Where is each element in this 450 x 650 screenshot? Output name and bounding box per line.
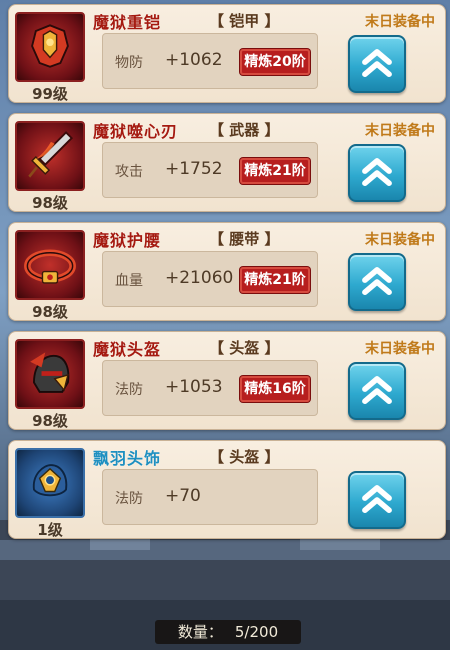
- double-chevron-up-icon: [362, 158, 392, 187]
- stat-value: +70: [165, 486, 201, 506]
- headpiece-icon[interactable]: [15, 448, 85, 518]
- equipped-status: 末日装备中: [365, 341, 435, 357]
- double-chevron-up-icon: [362, 267, 392, 296]
- equipment-card[interactable]: 1级 飘羽头饰 【 头盔 】 法防 +70: [8, 440, 446, 539]
- equipment-card[interactable]: 98级 魔狱护腰 【 腰带 】 末日装备中 血量 +21060 精炼21阶: [8, 222, 446, 321]
- upgrade-button[interactable]: [348, 362, 406, 420]
- stat-label: 攻击: [115, 164, 143, 180]
- equipment-card[interactable]: 98级 魔狱噬心刃 【 武器 】 末日装备中 攻击 +1752 精炼21阶: [8, 113, 446, 212]
- refine-badge: 精炼21阶: [240, 158, 310, 184]
- upgrade-button[interactable]: [348, 35, 406, 93]
- double-chevron-up-icon: [362, 49, 392, 78]
- item-name: 魔狱噬心刃: [93, 122, 179, 141]
- item-level: 99级: [32, 85, 68, 103]
- item-slot: 【 武器 】: [209, 121, 280, 139]
- item-slot: 【 腰带 】: [209, 230, 280, 248]
- equipped-status: 末日装备中: [365, 123, 435, 139]
- equipped-status: 末日装备中: [365, 232, 435, 248]
- item-name: 魔狱头盔: [93, 340, 162, 359]
- upgrade-button[interactable]: [348, 471, 406, 529]
- stat-value: +21060: [165, 268, 234, 288]
- helmet-icon[interactable]: [15, 339, 85, 409]
- stat-label: 物防: [115, 55, 143, 71]
- belt-icon[interactable]: [15, 230, 85, 300]
- item-slot: 【 铠甲 】: [209, 12, 280, 30]
- item-slot: 【 头盔 】: [209, 339, 280, 357]
- upgrade-button[interactable]: [348, 144, 406, 202]
- item-name: 飘羽头饰: [93, 449, 162, 468]
- stat-value: +1752: [165, 159, 223, 179]
- item-name: 魔狱护腰: [93, 231, 162, 250]
- stat-box: 攻击 +1752 精炼21阶: [102, 142, 318, 198]
- item-level: 98级: [32, 303, 68, 321]
- equipment-card[interactable]: 99级 魔狱重铠 【 铠甲 】 末日装备中 物防 +1062 精炼20阶: [8, 4, 446, 103]
- stat-label: 血量: [115, 273, 143, 289]
- stat-label: 法防: [115, 382, 143, 398]
- count-value: 5/200: [234, 623, 279, 641]
- stat-value: +1062: [165, 50, 223, 70]
- item-level: 98级: [32, 412, 68, 430]
- item-slot: 【 头盔 】: [209, 448, 280, 466]
- count-label: 数量：: [177, 623, 223, 641]
- refine-badge: 精炼16阶: [240, 376, 310, 402]
- refine-badge: 精炼21阶: [240, 267, 310, 293]
- stat-box: 物防 +1062 精炼20阶: [102, 33, 318, 89]
- equipped-status: 末日装备中: [365, 14, 435, 30]
- double-chevron-up-icon: [362, 485, 392, 514]
- item-level: 1级: [37, 521, 63, 539]
- upgrade-button[interactable]: [348, 253, 406, 311]
- refine-badge: 精炼20阶: [240, 49, 310, 75]
- stat-box: 血量 +21060 精炼21阶: [102, 251, 318, 307]
- item-name: 魔狱重铠: [93, 13, 162, 32]
- double-chevron-up-icon: [362, 376, 392, 405]
- stat-box: 法防 +1053 精炼16阶: [102, 360, 318, 416]
- item-level: 98级: [32, 194, 68, 212]
- equipment-card[interactable]: 98级 魔狱头盔 【 头盔 】 末日装备中 法防 +1053 精炼16阶: [8, 331, 446, 430]
- sword-icon[interactable]: [15, 121, 85, 191]
- stat-label: 法防: [115, 491, 143, 507]
- stat-box: 法防 +70: [102, 469, 318, 525]
- armor-icon[interactable]: [15, 12, 85, 82]
- stat-value: +1053: [165, 377, 223, 397]
- inventory-count: 数量： 5/200: [155, 620, 301, 644]
